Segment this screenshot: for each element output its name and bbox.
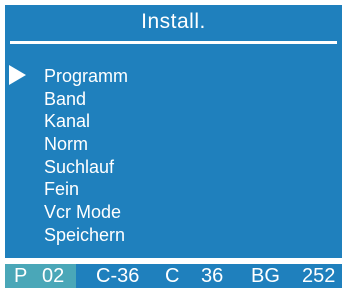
channel-code: C-36 (96, 265, 140, 287)
menu-item-speichern[interactable]: Speichern (44, 224, 128, 247)
menu-item-kanal[interactable]: Kanal (44, 110, 128, 133)
channel-number: 36 (201, 265, 224, 287)
menu-item-norm[interactable]: Norm (44, 133, 128, 156)
tv-norm: BG (251, 265, 280, 287)
status-bar: P 02 C-36 C 36 BG 252 (5, 264, 342, 288)
band-letter: C (165, 265, 180, 287)
menu-item-band[interactable]: Band (44, 88, 128, 111)
fine-tune-value: 252 (302, 265, 336, 287)
menu-item-suchlauf[interactable]: Suchlauf (44, 156, 128, 179)
osd-screen: Install. Programm Band Kanal Norm Suchla… (5, 5, 342, 288)
install-menu: Programm Band Kanal Norm Suchlauf Fein V… (44, 65, 128, 247)
selection-cursor-icon (9, 65, 26, 85)
menu-title: Install. (141, 10, 206, 33)
menu-item-programm[interactable]: Programm (44, 65, 128, 88)
menu-item-vcr-mode[interactable]: Vcr Mode (44, 201, 128, 224)
program-number: 02 (42, 265, 65, 287)
program-prefix: P (14, 265, 28, 287)
menu-item-fein[interactable]: Fein (44, 178, 128, 201)
title-divider (10, 41, 337, 44)
